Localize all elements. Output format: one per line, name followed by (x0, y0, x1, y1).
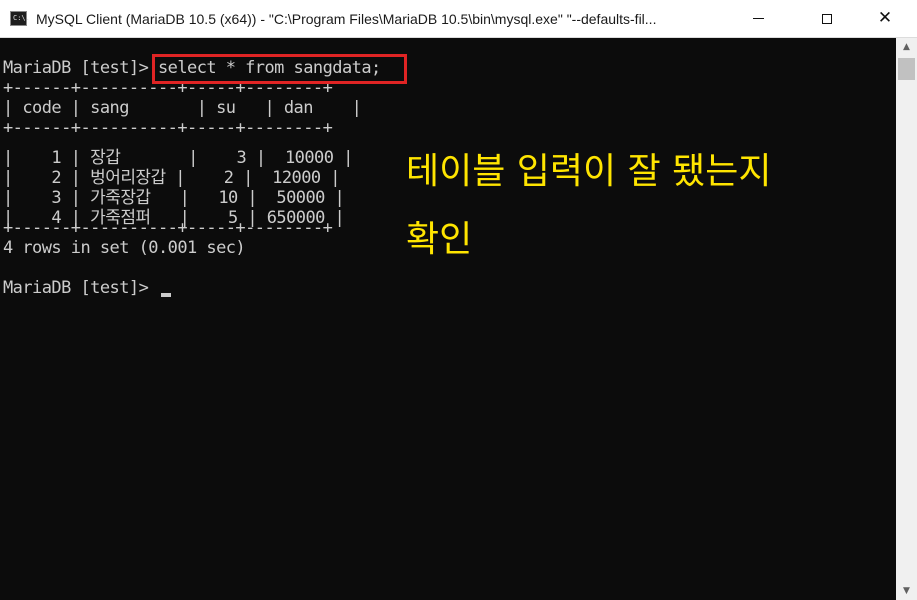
annotation-line-1: 테이블 입력이 잘 됐는지 (406, 151, 772, 192)
minimize-button[interactable] (735, 0, 781, 37)
annotation-line-2: 확인 (406, 219, 473, 260)
scroll-up-arrow-icon[interactable]: ▲ (896, 38, 917, 56)
scroll-down-arrow-icon[interactable]: ▼ (896, 582, 917, 600)
console-app-icon[interactable]: C:\. (10, 11, 30, 26)
table-border-bottom: +------+----------+-----+--------+ (3, 218, 333, 238)
title-bar[interactable]: C:\. MySQL Client (MariaDB 10.5 (x64)) -… (0, 0, 917, 38)
table-row: | 1 | 장갑 | 3 | 10000 | (3, 148, 353, 168)
text-cursor (161, 293, 171, 297)
console-window: C:\. MySQL Client (MariaDB 10.5 (x64)) -… (0, 0, 917, 600)
maximize-icon (822, 13, 832, 24)
maximize-button[interactable] (804, 0, 850, 37)
table-row: | 3 | 가죽장갑 | 10 | 50000 | (3, 188, 345, 208)
table-header-row: | code | sang | su | dan | (3, 98, 362, 118)
scroll-thumb[interactable] (898, 58, 915, 80)
vertical-scrollbar[interactable]: ▲ ▼ (896, 38, 917, 600)
close-icon: ✕ (877, 8, 893, 28)
window-title: MySQL Client (MariaDB 10.5 (x64)) - "C:\… (36, 11, 657, 27)
minimize-icon (752, 18, 764, 19)
close-button[interactable]: ✕ (862, 0, 908, 37)
table-border-mid: +------+----------+-----+--------+ (3, 118, 333, 138)
console-output[interactable]: MariaDB [test]> select * from sangdata; … (0, 38, 896, 600)
app-icon-label: C:\. (13, 14, 30, 22)
command-highlight-box (152, 54, 407, 84)
table-row: | 2 | 벙어리장갑 | 2 | 12000 | (3, 168, 341, 188)
idle-prompt: MariaDB [test]> (3, 278, 158, 298)
result-summary: 4 rows in set (0.001 sec) (3, 238, 246, 258)
